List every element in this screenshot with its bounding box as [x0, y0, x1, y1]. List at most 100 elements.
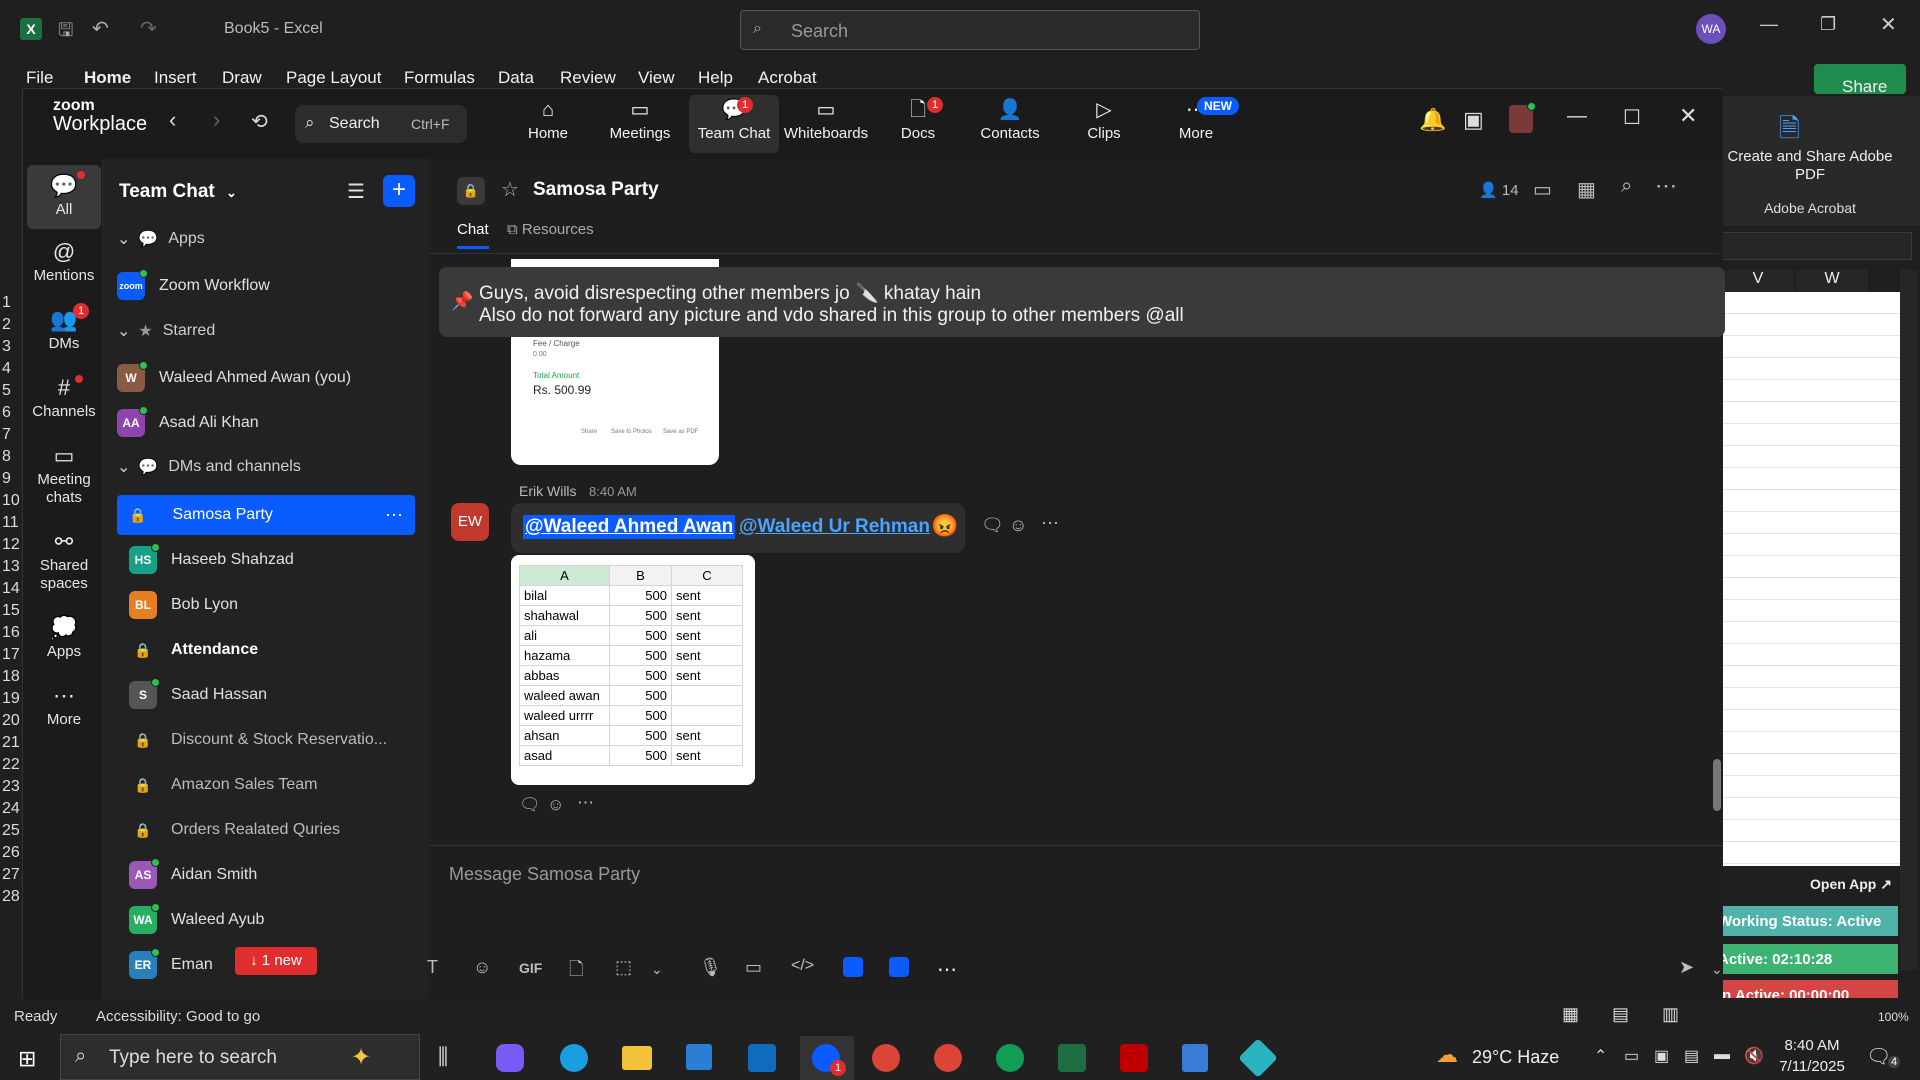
profile-avatar[interactable]	[1509, 102, 1536, 133]
row-number[interactable]: 21	[2, 734, 24, 752]
redo-icon[interactable]: ↷	[140, 16, 157, 41]
microphone-icon[interactable]: 🎙	[699, 957, 722, 978]
schedule-icon[interactable]: ▦	[1577, 177, 1596, 202]
filezilla-icon[interactable]	[1120, 1044, 1148, 1072]
rail-dms[interactable]: 👥 DMs 1	[27, 303, 101, 352]
more-tools-icon[interactable]: ⋯	[937, 957, 957, 982]
row-number[interactable]: 14	[2, 580, 24, 598]
formula-bar[interactable]	[1722, 232, 1912, 260]
close-icon[interactable]: ✕	[1679, 103, 1697, 129]
screenshot-icon[interactable]: ⬚	[615, 957, 632, 978]
rail-channels[interactable]: # Channels	[27, 373, 101, 420]
rail-shared-spaces[interactable]: ⚯ Shared spaces	[27, 527, 101, 593]
more-options-icon[interactable]: ⋯	[1655, 173, 1677, 199]
video-message-icon[interactable]: ▭	[745, 957, 762, 978]
display-icon[interactable]: ▭	[1624, 1046, 1639, 1066]
tab-file[interactable]: File	[26, 68, 53, 88]
tab-review[interactable]: Review	[560, 68, 616, 88]
sidebar-item-haseeb-shahzad[interactable]: HS Haseeb Shahzad	[117, 540, 417, 580]
row-number[interactable]: 3	[2, 338, 24, 356]
sidebar-item-samosa-party[interactable]: 🔒 Samosa Party ⋯	[117, 495, 415, 535]
page-break-view-icon[interactable]: ▥	[1662, 1004, 1679, 1025]
sidebar-item-discount-stock[interactable]: 🔒 Discount & Stock Reservatio...	[117, 720, 417, 760]
star-icon[interactable]: ☆	[501, 177, 519, 202]
tab-chat[interactable]: Chat	[457, 221, 489, 249]
tracker-open-app[interactable]: Open App ↗	[1810, 876, 1892, 893]
row-number[interactable]: 11	[2, 514, 24, 532]
chrome-profile-2-icon[interactable]	[996, 1044, 1024, 1072]
nav-clips[interactable]: ▷ Clips	[1059, 95, 1149, 153]
zoom-search-box[interactable]: ⌕ Search Ctrl+F	[295, 105, 467, 143]
row-number[interactable]: 12	[2, 536, 24, 554]
emoji-icon[interactable]: ☺	[473, 957, 491, 978]
clock-time[interactable]: 8:40 AM	[1772, 1037, 1852, 1054]
restore-icon[interactable]: ❐	[1820, 14, 1836, 35]
share-button[interactable]: Share	[1814, 64, 1906, 96]
row-number[interactable]: 27	[2, 866, 24, 884]
calculator-icon[interactable]	[1182, 1044, 1208, 1072]
zoom-level[interactable]: 100%	[1878, 1010, 1909, 1024]
weather-icon[interactable]: ☁	[1436, 1042, 1458, 1068]
mention-waleed-ur-rehman[interactable]: @Waleed Ur Rehman	[739, 516, 930, 538]
row-number[interactable]: 16	[2, 624, 24, 642]
row-number[interactable]: 22	[2, 756, 24, 774]
tab-view[interactable]: View	[638, 68, 675, 88]
row-number[interactable]: 6	[2, 404, 24, 422]
emoji-reaction-icon[interactable]: ☺	[1009, 515, 1027, 536]
back-icon[interactable]: ‹	[169, 107, 176, 133]
member-count[interactable]: 👤 14	[1479, 181, 1519, 199]
sidebar-title[interactable]: Team Chat ⌄	[119, 181, 237, 203]
sidebar-item-saad-hassan[interactable]: S Saad Hassan	[117, 675, 417, 715]
row-number[interactable]: 5	[2, 382, 24, 400]
row-number[interactable]: 1	[2, 294, 24, 312]
sidebar-item-bob-lyon[interactable]: BL Bob Lyon	[117, 585, 417, 625]
search-icon[interactable]: ⌕	[1621, 175, 1632, 198]
section-starred[interactable]: ⌄ ★ Starred	[117, 321, 215, 341]
copilot-icon[interactable]	[496, 1044, 524, 1072]
section-apps[interactable]: ⌄ 💬 Apps	[117, 229, 205, 249]
normal-view-icon[interactable]: ▦	[1562, 1004, 1579, 1025]
message-avatar[interactable]: EW	[451, 503, 489, 541]
reply-icon[interactable]: 🗨	[519, 795, 541, 815]
emoji-reaction-icon[interactable]: ☺	[547, 795, 564, 815]
pinned-message-banner[interactable]: 📌 Guys, avoid disrespecting other member…	[439, 267, 1725, 337]
row-number[interactable]: 20	[2, 712, 24, 730]
row-number[interactable]: 24	[2, 800, 24, 818]
nav-whiteboards[interactable]: ▭ Whiteboards	[781, 95, 871, 153]
chat-scrollbar-thumb[interactable]	[1713, 759, 1721, 811]
nav-more[interactable]: ⋯ More NEW	[1151, 95, 1241, 153]
nav-team-chat[interactable]: 💬 Team Chat 1	[689, 95, 779, 153]
zoom-taskbar-icon[interactable]: 1	[800, 1036, 854, 1080]
tab-home[interactable]: Home	[84, 68, 131, 88]
sidebar-item-asad-ali-khan[interactable]: AA Asad Ali Khan	[117, 403, 417, 443]
tab-draw[interactable]: Draw	[222, 68, 262, 88]
format-text-icon[interactable]: T	[427, 957, 438, 978]
mention-waleed-ahmed-awan[interactable]: @Waleed Ahmed Awan	[523, 515, 736, 539]
row-number[interactable]: 17	[2, 646, 24, 664]
create-pdf-button[interactable]: Create and Share Adobe PDF	[1725, 148, 1895, 184]
message-sender[interactable]: Erik Wills	[519, 483, 577, 499]
sidebar-item-waleed-ayub[interactable]: WA Waleed Ayub	[117, 900, 417, 940]
video-call-icon[interactable]: ▭	[1533, 177, 1552, 202]
filter-icon[interactable]: ☰	[347, 179, 365, 204]
channel-title[interactable]: Samosa Party	[533, 179, 659, 201]
tab-formulas[interactable]: Formulas	[404, 68, 475, 88]
tab-acrobat[interactable]: Acrobat	[758, 68, 817, 88]
app-hexagon-icon[interactable]	[1238, 1038, 1278, 1078]
forward-icon[interactable]: ›	[213, 107, 220, 133]
minimize-icon[interactable]: —	[1567, 105, 1587, 128]
close-icon[interactable]: ✕	[1880, 12, 1897, 37]
message-input[interactable]: Message Samosa Party	[449, 864, 640, 885]
network-icon[interactable]: ▤	[1684, 1046, 1699, 1066]
send-icon[interactable]: ➤	[1679, 957, 1694, 978]
meet-icon[interactable]: ▣	[1654, 1046, 1669, 1066]
rail-apps[interactable]: 💭 Apps	[27, 613, 101, 660]
undo-icon[interactable]: ↶	[92, 16, 109, 41]
rail-mentions[interactable]: @ Mentions	[27, 237, 101, 284]
row-number[interactable]: 23	[2, 778, 24, 796]
save-icon[interactable]: 🖫	[58, 18, 73, 48]
file-icon[interactable]: 🗋	[569, 957, 583, 987]
sidebar-item-waleed-ahmed-awan[interactable]: W Waleed Ahmed Awan (you)	[117, 358, 417, 398]
section-dms-channels[interactable]: ⌄ 💬 DMs and channels	[117, 457, 301, 477]
sidebar-item-zoom-workflow[interactable]: zoom Zoom Workflow	[117, 266, 417, 306]
